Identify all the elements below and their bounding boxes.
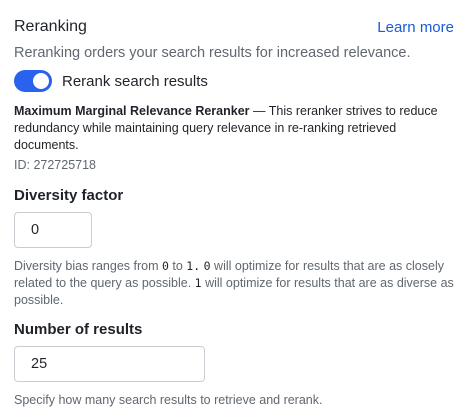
diversity-factor-input[interactable] bbox=[14, 212, 92, 248]
rerank-toggle[interactable] bbox=[14, 70, 52, 92]
code-max: 1. bbox=[186, 259, 201, 273]
number-of-results-help: Specify how many search results to retri… bbox=[14, 393, 323, 407]
number-of-results-label: Number of results bbox=[14, 321, 143, 338]
reranker-name: Maximum Marginal Relevance Reranker bbox=[14, 104, 250, 118]
section-description: Reranking orders your search results for… bbox=[14, 45, 411, 61]
rerank-toggle-label[interactable]: Rerank search results bbox=[62, 73, 208, 90]
section-title: Reranking bbox=[14, 18, 87, 35]
code-one: 1 bbox=[194, 276, 202, 290]
learn-more-link[interactable]: Learn more bbox=[377, 19, 454, 36]
reranker-separator: — bbox=[249, 104, 269, 118]
code-zero: 0 bbox=[203, 259, 211, 273]
number-of-results-input[interactable] bbox=[14, 346, 205, 382]
code-min: 0 bbox=[161, 259, 169, 273]
diversity-factor-help: Diversity bias ranges from 0 to 1. 0 wil… bbox=[14, 259, 454, 307]
reranking-header: Reranking Learn more bbox=[14, 16, 454, 40]
diversity-factor-label: Diversity factor bbox=[14, 187, 124, 204]
reranker-id: ID: 272725718 bbox=[14, 158, 97, 172]
rerank-toggle-row: Rerank search results bbox=[14, 69, 208, 93]
reranker-description: Maximum Marginal Relevance Reranker — Th… bbox=[14, 103, 454, 154]
toggle-knob bbox=[33, 73, 49, 89]
